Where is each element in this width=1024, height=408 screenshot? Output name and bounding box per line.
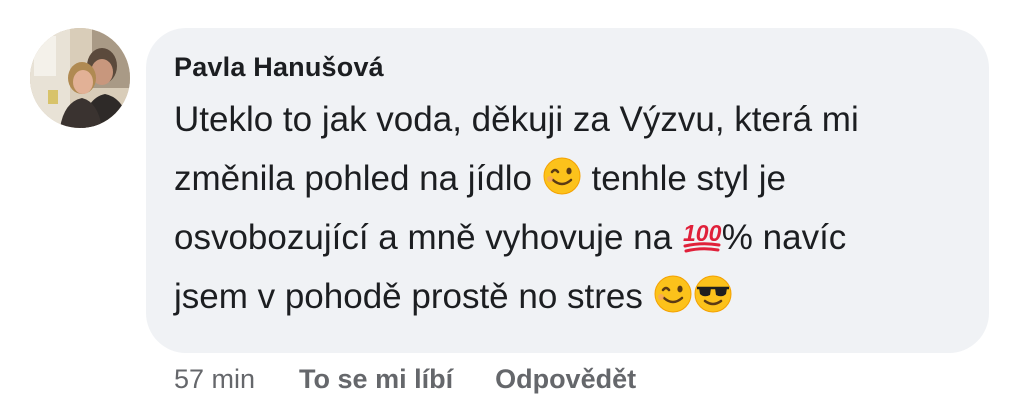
comment-timestamp[interactable]: 57 min bbox=[174, 364, 255, 395]
svg-text:100: 100 bbox=[683, 220, 722, 246]
winking-face-emoji-icon bbox=[653, 274, 693, 314]
reply-button[interactable]: Odpovědět bbox=[495, 364, 636, 395]
comment-text-line: jsem v pohodě prostě no stres bbox=[174, 277, 653, 316]
comment-text-line: změnila pohled na jídlo bbox=[174, 159, 542, 198]
winking-face-emoji-icon bbox=[542, 156, 582, 196]
comment-text-line: tenhle styl je bbox=[581, 159, 787, 198]
hundred-points-emoji-icon: 100 bbox=[682, 215, 722, 255]
like-button[interactable]: To se mi líbí bbox=[299, 364, 453, 395]
comment-text-line: osvobozující a mně vyhovuje na bbox=[174, 218, 682, 257]
comment-bubble: Pavla Hanušová Uteklo to jak voda, děkuj… bbox=[146, 28, 989, 353]
comment-text-line: Uteklo to jak voda, děkuji za Výzvu, kte… bbox=[174, 100, 859, 139]
sunglasses-emoji-icon bbox=[693, 274, 733, 314]
comment: Pavla Hanušová Uteklo to jak voda, děkuj… bbox=[0, 0, 1024, 408]
comment-author[interactable]: Pavla Hanušová bbox=[174, 50, 969, 84]
comment-text-line: % navíc bbox=[721, 218, 847, 257]
comment-actions: 57 min To se mi líbí Odpovědět bbox=[174, 362, 678, 396]
avatar[interactable] bbox=[30, 28, 130, 128]
comment-text: Uteklo to jak voda, děkuji za Výzvu, kte… bbox=[174, 90, 969, 326]
